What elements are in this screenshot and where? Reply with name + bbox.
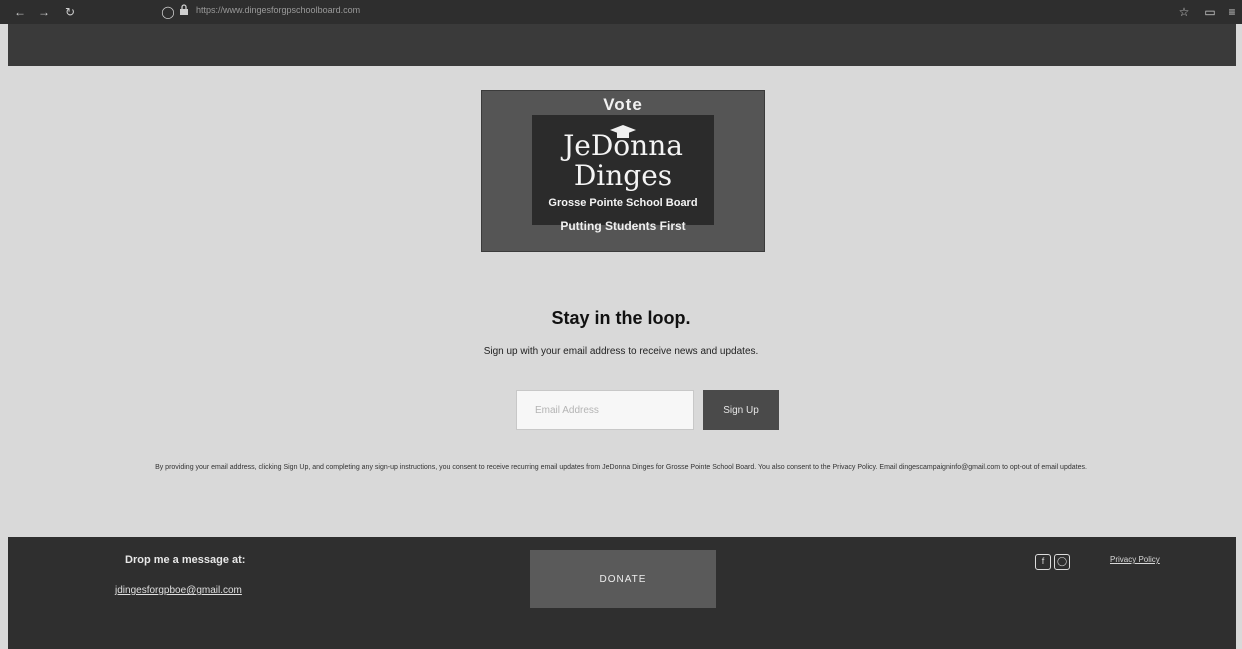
privacy-policy-link[interactable]: Privacy Policy [1110, 555, 1160, 564]
lock-icon[interactable] [176, 4, 192, 20]
signup-title: Stay in the loop. [551, 308, 691, 328]
extensions-icon[interactable]: ▭ [1202, 4, 1218, 20]
logo-vote-text: Vote [603, 95, 643, 114]
arrow-right-icon[interactable]: → [36, 4, 52, 20]
sign-up-button[interactable]: Sign Up [703, 390, 779, 430]
footer-heading: Drop me a message at: [125, 554, 246, 566]
arrow-left-icon[interactable]: ← [12, 4, 28, 20]
logo-name-panel: JeDonna Dinges Grosse Pointe School Boar… [532, 115, 714, 225]
site-footer: Drop me a message at: jdingesforgpboe@gm… [8, 537, 1236, 649]
instagram-icon[interactable]: ◯ [1054, 554, 1070, 570]
site-header [8, 24, 1236, 66]
star-icon[interactable]: ☆ [1176, 4, 1192, 20]
signup-subtitle: Sign up with your email address to recei… [483, 346, 759, 357]
consent-text: By providing your email address, clickin… [155, 464, 1087, 471]
url-bar[interactable]: https://www.dingesforgpschoolboard.com [196, 5, 360, 15]
logo-board-text: Grosse Pointe School Board [548, 197, 698, 209]
logo-tagline: Putting Students First [560, 219, 686, 233]
browser-toolbar: ← → ↻ ◯ https://www.dingesforgpschoolboa… [0, 0, 1242, 24]
logo-last-name: Dinges [573, 159, 673, 192]
campaign-logo: Vote JeDonna Dinges Grosse Pointe School… [481, 90, 765, 252]
logo-first-name: JeDonna [563, 129, 683, 162]
donate-button[interactable]: DONATE [530, 550, 716, 608]
hamburger-menu-icon[interactable]: ≡ [1224, 4, 1240, 20]
facebook-icon[interactable]: f [1035, 554, 1051, 570]
reload-icon[interactable]: ↻ [62, 4, 78, 20]
shield-icon[interactable]: ◯ [160, 4, 176, 20]
email-field[interactable] [516, 390, 694, 430]
footer-email-link[interactable]: jdingesforgpboe@gmail.com [115, 585, 242, 596]
